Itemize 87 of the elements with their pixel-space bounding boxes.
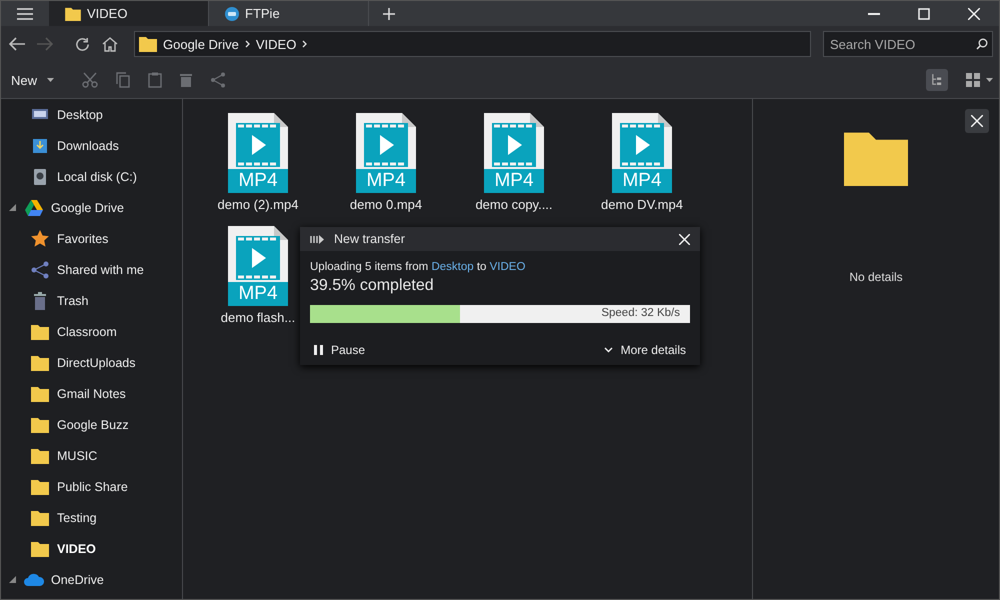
folder-link[interactable]: Desktop (431, 261, 474, 273)
address-bar[interactable]: Google Drive VIDEO (134, 31, 811, 57)
close-button[interactable] (679, 234, 690, 244)
search-icon[interactable] (976, 38, 988, 50)
cut-button[interactable] (82, 72, 98, 88)
menu-icon[interactable] (17, 8, 33, 20)
transfer-icon (310, 234, 324, 244)
trash-icon (34, 292, 46, 310)
folder-icon (31, 416, 49, 432)
sidebar-item[interactable]: Google Buzz (1, 409, 182, 440)
caret-icon[interactable] (47, 78, 54, 82)
sidebar-item[interactable]: DirectUploads (1, 347, 182, 378)
download-icon (33, 138, 47, 152)
dialog-title: New transfer (334, 232, 406, 246)
sidebar-item[interactable]: Shared with me (1, 254, 182, 285)
tree-view-icon[interactable] (932, 73, 942, 87)
file-type-label: MP4 (356, 169, 416, 193)
sidebar-item[interactable]: Gmail Notes (1, 378, 182, 409)
more-details-button[interactable]: More details (600, 343, 690, 357)
folder-icon (139, 36, 157, 52)
folder-icon (31, 478, 49, 494)
cloud-icon (24, 573, 44, 586)
folder-link[interactable]: VIDEO (490, 261, 526, 273)
delete-button[interactable] (180, 73, 192, 87)
file-item[interactable]: MP4 demo (2).mp4 (203, 113, 313, 212)
close-icon[interactable] (971, 115, 983, 127)
folder-icon (31, 540, 49, 556)
chevron-icon[interactable] (302, 40, 308, 48)
close-details-button[interactable] (965, 109, 989, 133)
sidebar-item[interactable]: Local disk (C:) (1, 161, 182, 192)
folder-icon (31, 354, 49, 370)
close-icon[interactable] (968, 8, 980, 20)
minimize-icon[interactable] (868, 12, 880, 14)
pause-icon[interactable] (314, 345, 323, 355)
monitor-icon (32, 108, 48, 120)
file-type-label: MP4 (228, 169, 288, 193)
file-item[interactable]: MP4 demo copy.... (459, 113, 569, 212)
tree-view-button[interactable] (926, 69, 948, 91)
folder-icon (31, 324, 49, 340)
view-menu-button[interactable] (966, 73, 993, 87)
sidebar-item[interactable]: OneDrive (1, 564, 182, 595)
grid-view-icon[interactable] (966, 73, 980, 87)
sidebar-item[interactable]: Desktop (1, 99, 182, 130)
sidebar-item[interactable]: Downloads (1, 130, 182, 161)
chevron-icon[interactable] (244, 40, 250, 48)
share-button[interactable] (210, 72, 226, 88)
paste-button[interactable] (148, 72, 162, 88)
search-input[interactable]: Search VIDEO (828, 36, 976, 52)
speed-label: Speed: 32 Kb/s (601, 307, 680, 319)
back-button[interactable] (7, 35, 27, 53)
breadcrumb[interactable]: Google Drive (163, 36, 239, 52)
file-item[interactable]: MP4 demo 0.mp4 (331, 113, 441, 212)
folder-icon (31, 386, 49, 402)
empty-details-text: No details (849, 270, 903, 284)
expanded-arrow-icon[interactable] (8, 204, 16, 211)
progress-status: 39.5% completed (310, 277, 435, 295)
folder-icon (31, 510, 49, 526)
file-type-label: MP4 (612, 169, 672, 193)
pause-button[interactable]: Pause (310, 343, 370, 357)
file-item[interactable]: MP4 demo DV.mp4 (587, 113, 697, 212)
expanded-arrow-icon[interactable] (8, 576, 16, 583)
file-type-label: MP4 (228, 282, 288, 306)
plus-icon[interactable] (383, 8, 395, 20)
maximize-icon[interactable] (918, 8, 930, 20)
chevron-down-icon[interactable] (604, 347, 613, 353)
sidebar-item[interactable]: Google Drive (1, 192, 182, 223)
breadcrumb[interactable]: VIDEO (256, 36, 296, 52)
sidebar-item[interactable]: Favorites (1, 223, 182, 254)
search-field[interactable]: Search VIDEO (823, 31, 993, 57)
app-logo-icon (225, 6, 239, 20)
sidebar-item[interactable]: Testing (1, 502, 182, 533)
sidebar-item[interactable]: MUSIC (1, 440, 182, 471)
file-type-label: MP4 (484, 169, 544, 193)
star-icon (31, 230, 49, 247)
sidebar-item[interactable]: Public Share (1, 471, 182, 502)
sidebar-item[interactable]: Classroom (1, 316, 182, 347)
sidebar-item[interactable]: Trash (1, 285, 182, 316)
caret-icon[interactable] (986, 78, 993, 82)
drive-logo-icon (25, 200, 43, 216)
tab[interactable]: VIDEO (49, 1, 209, 26)
folder-icon (65, 6, 81, 20)
new-button[interactable]: New (11, 72, 54, 88)
sidebar-item[interactable]: VIDEO (1, 533, 182, 564)
copy-button[interactable] (116, 72, 130, 88)
transfer-message: Uploading 5 items from Desktop to VIDEO (310, 261, 526, 273)
folder-icon (31, 448, 49, 464)
share-icon (31, 260, 49, 278)
